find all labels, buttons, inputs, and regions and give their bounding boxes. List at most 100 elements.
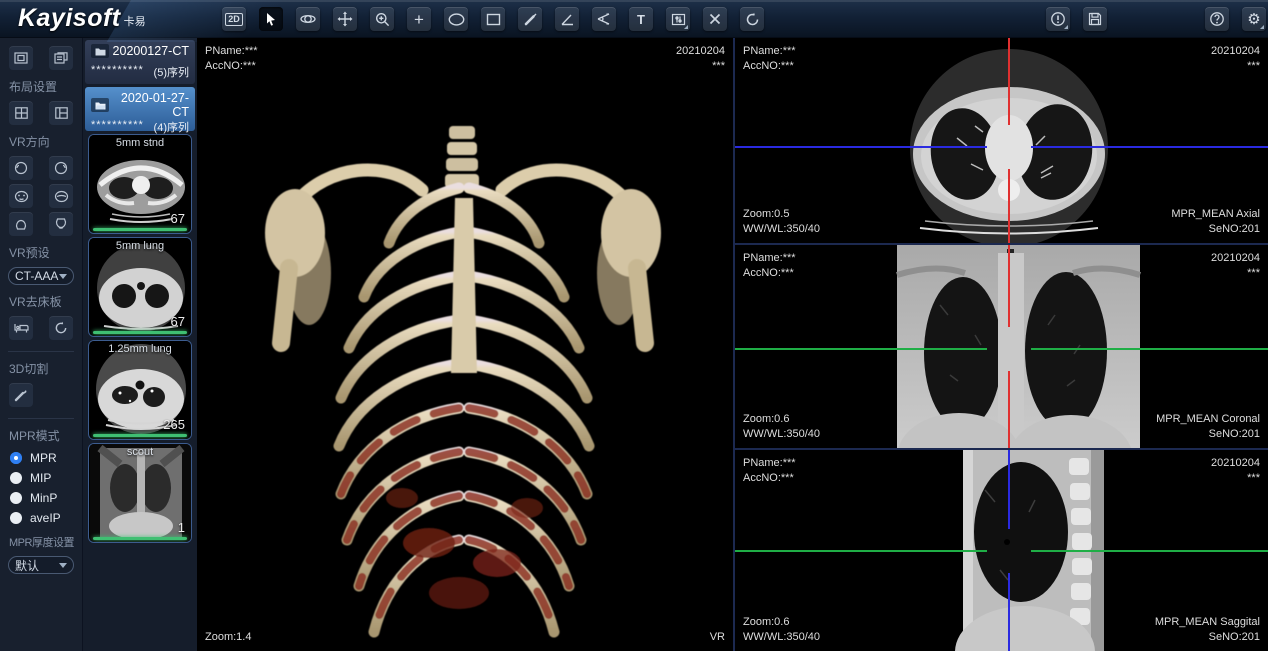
radio-icon[interactable] bbox=[10, 492, 22, 504]
pan-tool-button[interactable] bbox=[333, 7, 357, 31]
radio-icon[interactable] bbox=[10, 512, 22, 524]
coronal-crosshair-h[interactable] bbox=[1031, 348, 1268, 350]
vr-head-right-button[interactable] bbox=[49, 156, 73, 180]
coronal-crosshair-h[interactable] bbox=[735, 348, 987, 350]
vr-direction-row3 bbox=[0, 210, 82, 238]
layout-buttons-row1 bbox=[0, 44, 82, 72]
app-logo: Kayisoft 卡易 bbox=[18, 4, 146, 33]
pointer-tool-button[interactable] bbox=[259, 7, 283, 31]
save-button[interactable] bbox=[1083, 7, 1107, 31]
sagittal-crosshair-v[interactable] bbox=[1008, 450, 1010, 529]
restore-bed-button[interactable] bbox=[49, 316, 73, 340]
series-count: (4)序列 bbox=[154, 119, 189, 135]
layout-grid-button[interactable] bbox=[9, 101, 33, 125]
layout-buttons-row2 bbox=[0, 99, 82, 127]
pencil-tool-button[interactable] bbox=[518, 7, 542, 31]
series-item-selected[interactable]: 2020-01-27-CT ********** (4)序列 bbox=[85, 87, 195, 131]
vr-bed-row bbox=[0, 314, 82, 342]
wwwl-text: WW/WL:350/40 bbox=[743, 630, 820, 645]
divider bbox=[8, 351, 74, 352]
sagittal-crosshair-h[interactable] bbox=[1031, 550, 1268, 552]
mpr-thickness-select[interactable]: 默认 bbox=[8, 556, 74, 574]
mpr-panels: PName:*** AccNO:*** 20210204 *** Zoom:0.… bbox=[735, 38, 1268, 651]
sagittal-crosshair-h[interactable] bbox=[735, 550, 987, 552]
window-level-tool-button[interactable] bbox=[666, 7, 690, 31]
sagittal-viewport[interactable]: PName:*** AccNO:*** 20210204 *** Zoom:0.… bbox=[735, 450, 1268, 651]
seno-text: SeNO:201 bbox=[1156, 427, 1260, 442]
axial-crosshair-v[interactable] bbox=[1008, 169, 1010, 243]
rotate-3d-tool-button[interactable] bbox=[296, 7, 320, 31]
radio-checked-icon[interactable] bbox=[10, 452, 22, 464]
axial-crosshair-h[interactable] bbox=[735, 146, 987, 148]
text-tool-button[interactable]: T bbox=[629, 7, 653, 31]
head-right-icon bbox=[54, 161, 68, 175]
thumbnail-item[interactable]: 5mm stnd 67 bbox=[88, 134, 192, 234]
vr-viewport[interactable]: PName:*** AccNO:*** 20210204 *** Zoom:1.… bbox=[197, 38, 733, 651]
mpr-label-text: MPR_MEAN Coronal bbox=[1156, 412, 1260, 427]
rectangle-tool-button[interactable] bbox=[481, 7, 505, 31]
settings-button[interactable]: ⚙ bbox=[1242, 7, 1266, 31]
vr-patient-overlay: PName:*** AccNO:*** bbox=[205, 44, 258, 74]
reset-icon bbox=[745, 12, 760, 27]
thumbnail-item[interactable]: scout 1 bbox=[88, 443, 192, 543]
study-date: 20210204 bbox=[1211, 251, 1260, 266]
info-button[interactable] bbox=[1046, 7, 1070, 31]
thumbnail-item[interactable]: 5mm lung 67 bbox=[88, 237, 192, 337]
reset-tool-button[interactable] bbox=[740, 7, 764, 31]
cobb-angle-tool-button[interactable] bbox=[592, 7, 616, 31]
mip-radio-row[interactable]: MIP bbox=[0, 468, 82, 488]
accno-text: AccNO:*** bbox=[205, 59, 258, 74]
vr-head-top-button[interactable] bbox=[9, 212, 33, 236]
mpr-2d-button[interactable]: 2D bbox=[222, 7, 246, 31]
mpr-radio-row[interactable]: MPR bbox=[0, 448, 82, 468]
axial-crosshair-v[interactable] bbox=[1008, 38, 1010, 125]
ellipse-tool-button[interactable] bbox=[444, 7, 468, 31]
coronal-viewport[interactable]: PName:*** AccNO:*** 20210204 *** Zoom:0.… bbox=[735, 245, 1268, 448]
masked-text: *** bbox=[1211, 59, 1260, 74]
layout-sidebar-button[interactable] bbox=[49, 101, 73, 125]
aveip-radio-row[interactable]: aveIP bbox=[0, 508, 82, 528]
coronal-label-overlay: MPR_MEAN Coronal SeNO:201 bbox=[1156, 412, 1260, 442]
crosshair-tool-button[interactable]: + bbox=[407, 7, 431, 31]
series-patient-masked: ********** bbox=[91, 64, 144, 80]
thumbnail-item[interactable]: 1.25mm lung 265 bbox=[88, 340, 192, 440]
zoom-text: Zoom:0.6 bbox=[743, 412, 820, 427]
angle-tool-button[interactable] bbox=[555, 7, 579, 31]
vr-head-front-button[interactable] bbox=[9, 184, 33, 208]
study-date: 20210204 bbox=[1211, 456, 1260, 471]
vr-head-left-button[interactable] bbox=[9, 156, 33, 180]
accno-text: AccNO:*** bbox=[743, 266, 796, 281]
minp-radio-row[interactable]: MinP bbox=[0, 488, 82, 508]
text-tool-icon: T bbox=[637, 13, 645, 26]
wwwl-text: WW/WL:350/40 bbox=[743, 427, 820, 442]
series-item[interactable]: 20200127-CT ********** (5)序列 bbox=[85, 40, 195, 84]
vr-head-back-button[interactable] bbox=[49, 184, 73, 208]
radio-icon[interactable] bbox=[10, 472, 22, 484]
divider bbox=[8, 418, 74, 419]
zoom-tool-button[interactable] bbox=[370, 7, 394, 31]
gear-icon: ⚙ bbox=[1247, 12, 1260, 27]
cut-3d-button[interactable] bbox=[9, 383, 33, 407]
rectangle-icon bbox=[486, 13, 501, 26]
coronal-crosshair-v[interactable] bbox=[1008, 371, 1010, 448]
delete-tool-button[interactable] bbox=[703, 7, 727, 31]
layout-single-icon bbox=[14, 52, 28, 64]
save-icon bbox=[1088, 12, 1102, 26]
layout-custom-button[interactable] bbox=[49, 46, 73, 70]
masked-text: *** bbox=[1211, 471, 1260, 486]
sagittal-crosshair-v[interactable] bbox=[1008, 573, 1010, 651]
vr-preset-select[interactable]: CT-AAA bbox=[8, 267, 74, 285]
mip-radio-label: MIP bbox=[30, 471, 51, 485]
undo-circle-icon bbox=[54, 321, 68, 335]
axial-crosshair-h[interactable] bbox=[1031, 146, 1268, 148]
logo-cn-text: 卡易 bbox=[124, 13, 146, 29]
sagittal-label-overlay: MPR_MEAN Saggital SeNO:201 bbox=[1155, 615, 1260, 645]
axial-viewport[interactable]: PName:*** AccNO:*** 20210204 *** Zoom:0.… bbox=[735, 38, 1268, 243]
cobb-angle-icon bbox=[596, 12, 612, 26]
remove-bed-button[interactable] bbox=[9, 316, 33, 340]
layout-single-button[interactable] bbox=[9, 46, 33, 70]
coronal-crosshair-v[interactable] bbox=[1008, 245, 1010, 327]
vr-head-bottom-button[interactable] bbox=[49, 212, 73, 236]
head-top-icon bbox=[14, 217, 28, 231]
help-button[interactable] bbox=[1205, 7, 1229, 31]
